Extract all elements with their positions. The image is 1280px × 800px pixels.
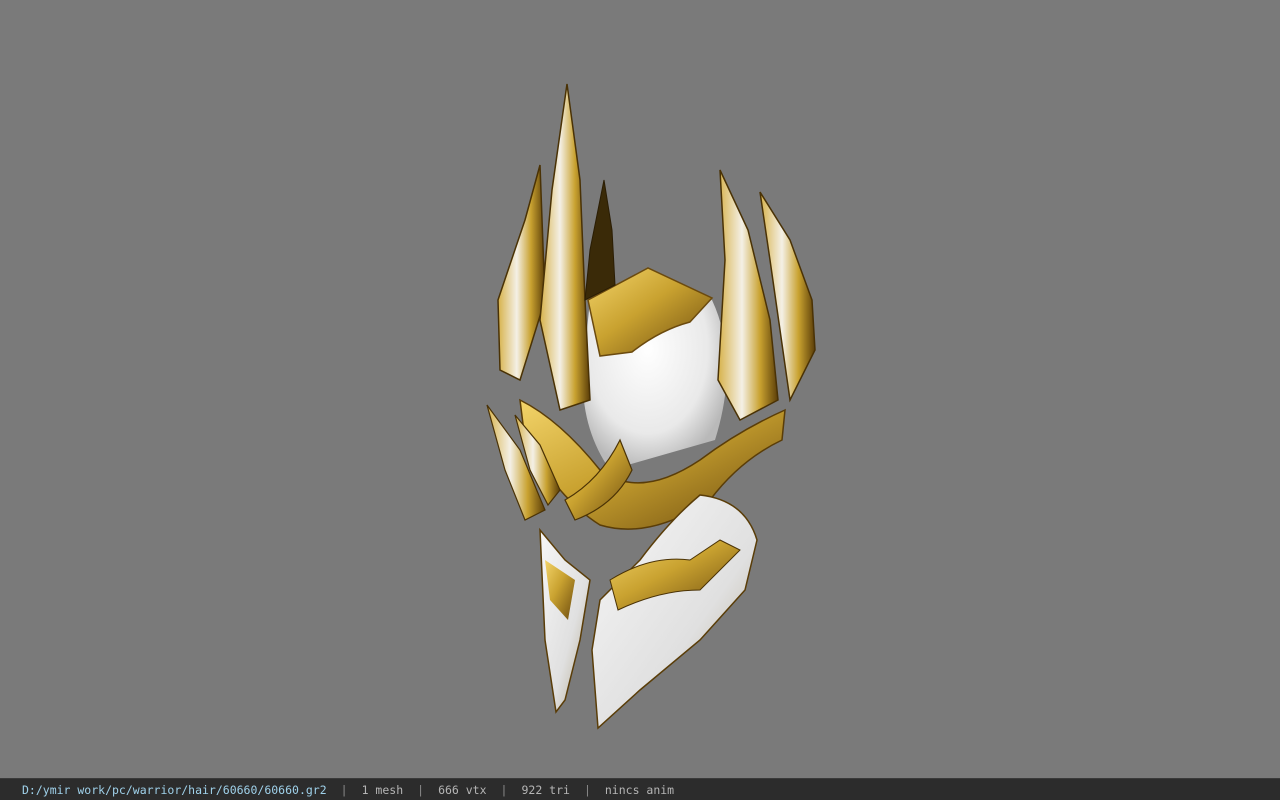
animation-status: nincs anim	[604, 782, 675, 797]
model-path: D:/ymir work/pc/warrior/hair/60660/60660…	[22, 782, 327, 797]
status-separator: |	[417, 782, 425, 797]
mesh-count: 1 mesh	[361, 782, 404, 797]
helmet-model	[486, 83, 816, 730]
cheek-guard-left	[539, 527, 591, 714]
face-mask	[591, 494, 758, 730]
spike-left-tall	[539, 83, 591, 411]
triangle-count: 922 tri	[521, 782, 570, 797]
status-separator: |	[340, 782, 348, 797]
spike-left-inner	[584, 179, 616, 301]
3d-viewport[interactable]	[0, 0, 1280, 778]
vertex-count: 666 vtx	[438, 782, 487, 797]
spike-left-outer	[497, 164, 546, 382]
status-bar: D:/ymir work/pc/warrior/hair/60660/60660…	[0, 778, 1280, 800]
status-separator: |	[583, 782, 591, 797]
status-separator: |	[500, 782, 508, 797]
